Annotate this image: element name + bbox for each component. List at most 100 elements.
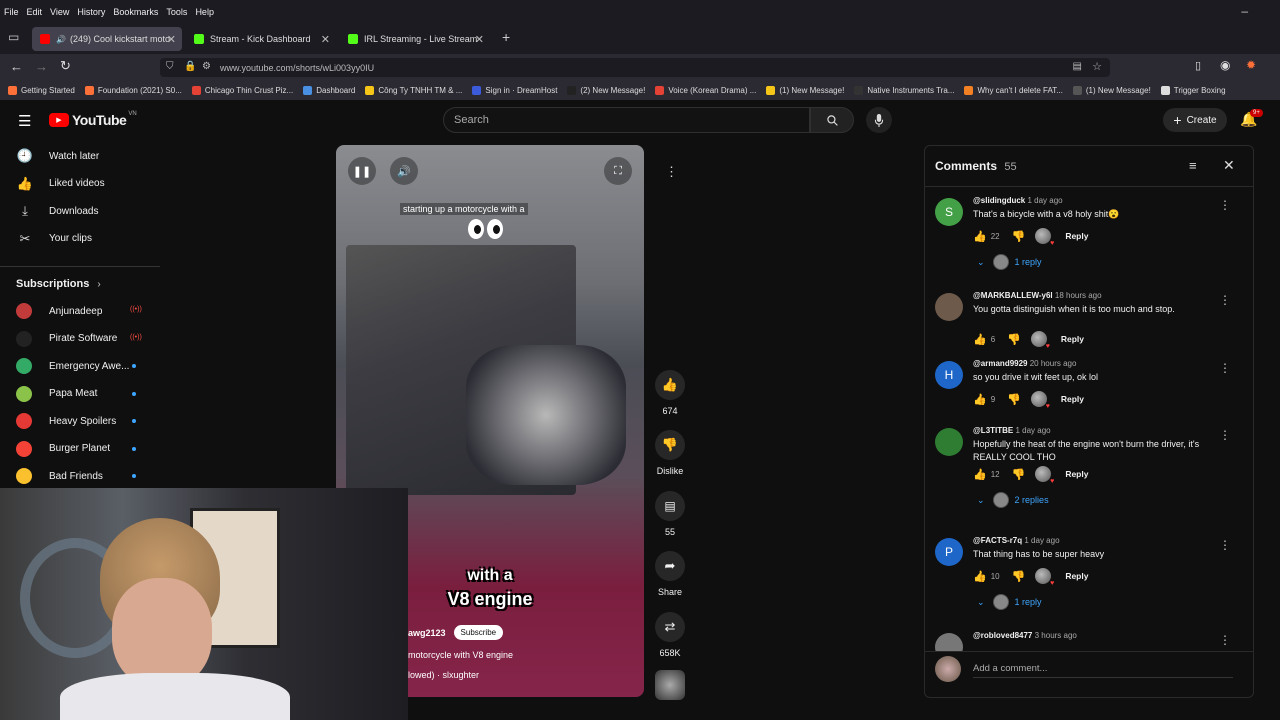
close-tab-icon[interactable]: ✕	[167, 33, 176, 46]
subscription-item[interactable]: Emergency Awe...	[16, 355, 129, 377]
comment-author[interactable]: @FACTS-r7q	[973, 536, 1022, 545]
commenter-avatar[interactable]: S	[935, 198, 963, 226]
mute-button[interactable]: 🔊	[390, 157, 418, 185]
view-replies-button[interactable]: ⌄ 1 reply	[977, 594, 1042, 610]
pause-button[interactable]: ❚❚	[348, 157, 376, 185]
bookmark-item[interactable]: Công Ty TNHH TM & ...	[365, 86, 462, 95]
commenter-avatar[interactable]	[935, 633, 963, 651]
comment-author[interactable]: @armand9929	[973, 359, 1028, 368]
remix-button[interactable]: ⇄ 658K	[655, 612, 685, 658]
subscription-item[interactable]: Pirate Software	[16, 328, 117, 350]
reply-button[interactable]: Reply	[1061, 394, 1084, 404]
thumb-up-icon[interactable]: 👍	[973, 468, 987, 481]
comment-more-icon[interactable]: ⋮	[1219, 633, 1231, 647]
back-icon[interactable]: ←	[10, 59, 23, 74]
notifications-button[interactable]: 🔔 9+	[1240, 109, 1263, 129]
thumb-down-icon[interactable]: 👎	[1012, 468, 1026, 481]
menu-bookmarks[interactable]: Bookmarks	[113, 7, 158, 17]
comments-button[interactable]: ▤ 55	[655, 491, 685, 537]
new-tab-icon[interactable]: +	[502, 29, 510, 45]
bookmark-item[interactable]: Trigger Boxing	[1160, 86, 1226, 95]
like-button[interactable]: 👍 674	[655, 370, 685, 416]
comment-author[interactable]: @robloved8477	[973, 631, 1032, 640]
reply-button[interactable]: Reply	[1061, 334, 1084, 344]
bookmark-item[interactable]: Native Instruments Tra...	[854, 86, 954, 95]
menu-help[interactable]: Help	[195, 7, 214, 17]
menu-history[interactable]: History	[77, 7, 105, 17]
subscription-item[interactable]: Burger Planet	[16, 438, 110, 460]
comment-author[interactable]: @L3TITBE	[973, 426, 1013, 435]
channel-name[interactable]: awg2123	[408, 628, 446, 638]
bookmark-item[interactable]: Foundation (2021) S0...	[84, 86, 182, 95]
reader-view-icon[interactable]: ▤	[1073, 61, 1082, 72]
subscribe-button[interactable]: Subscribe	[453, 625, 504, 640]
subscription-item[interactable]: Heavy Spoilers	[16, 410, 116, 432]
reply-button[interactable]: Reply	[1065, 469, 1088, 479]
thumb-down-icon[interactable]: 👎	[1007, 333, 1021, 346]
search-input[interactable]: Search	[443, 107, 810, 133]
subscriptions-heading[interactable]: Subscriptions ›	[16, 273, 101, 295]
url-bar[interactable]: ⛉ 🔒 ⚙ www.youtube.com/shorts/wLi003yy0IU…	[160, 58, 1110, 77]
menu-tools[interactable]: Tools	[166, 7, 187, 17]
search-button[interactable]	[810, 107, 854, 133]
voice-search-button[interactable]	[866, 107, 892, 133]
sidebar-item-liked-videos[interactable]: 👍 Liked videos	[16, 173, 105, 195]
minimize-icon[interactable]: –	[1241, 4, 1248, 18]
audio-thumbnail[interactable]	[655, 670, 685, 700]
comment-more-icon[interactable]: ⋮	[1219, 361, 1231, 375]
comment-more-icon[interactable]: ⋮	[1219, 198, 1231, 212]
thumb-down-icon[interactable]: 👎	[1007, 393, 1021, 406]
commenter-avatar[interactable]: H	[935, 361, 963, 389]
reply-button[interactable]: Reply	[1065, 571, 1088, 581]
close-tab-icon[interactable]: ✕	[321, 33, 330, 46]
tab-kick-dashboard[interactable]: Stream - Kick Dashboard ✕	[186, 27, 336, 51]
thumb-up-icon[interactable]: 👍	[973, 570, 987, 583]
fullscreen-button[interactable]: ⛶	[604, 157, 632, 185]
comment-more-icon[interactable]: ⋮	[1219, 293, 1231, 307]
sidebar-toggle-icon[interactable]: ▯	[1195, 59, 1201, 72]
forward-icon[interactable]: →	[35, 59, 48, 74]
reload-icon[interactable]: ↻	[60, 58, 71, 74]
dislike-button[interactable]: 👎 Dislike	[650, 430, 690, 476]
bookmark-star-icon[interactable]: ☆	[1092, 60, 1102, 73]
tab-irl-streaming[interactable]: IRL Streaming - Live Streams or ✕	[340, 27, 490, 51]
comment-author[interactable]: @slidingduck	[973, 196, 1025, 205]
video-title[interactable]: motorcycle with V8 engine	[408, 650, 513, 660]
comment-author[interactable]: @MARKBALLEW-y6l	[973, 291, 1053, 300]
bookmark-item[interactable]: (2) New Message!	[567, 86, 645, 95]
permissions-icon[interactable]: ⚙	[202, 61, 211, 72]
tab-youtube[interactable]: 🔊 (249) Cool kickstart motorc ✕	[32, 27, 182, 51]
menu-view[interactable]: View	[50, 7, 69, 17]
bookmark-item[interactable]: (1) New Message!	[766, 86, 844, 95]
audio-track[interactable]: lowed) · slxughter	[408, 670, 479, 680]
extension-icon[interactable]: ✹	[1246, 58, 1256, 72]
sidebar-item-watch-later[interactable]: 🕘 Watch later	[16, 145, 99, 167]
thumb-down-icon[interactable]: 👎	[1012, 230, 1026, 243]
bookmark-item[interactable]: Dashboard	[303, 86, 355, 95]
bookmark-item[interactable]: (1) New Message!	[1072, 86, 1151, 95]
share-button[interactable]: ➦ Share	[655, 551, 685, 597]
create-button[interactable]: + Create	[1163, 108, 1227, 132]
comment-more-icon[interactable]: ⋮	[1219, 538, 1231, 552]
thumb-up-icon[interactable]: 👍	[973, 230, 987, 243]
thumb-up-icon[interactable]: 👍	[973, 393, 987, 406]
add-comment-input[interactable]: Add a comment...	[973, 663, 1233, 678]
tab-list-icon[interactable]: ▭	[8, 30, 19, 44]
thumb-up-icon[interactable]: 👍	[973, 333, 987, 346]
commenter-avatar[interactable]: P	[935, 538, 963, 566]
bookmark-item[interactable]: Chicago Thin Crust Piz...	[191, 86, 293, 95]
thumb-down-icon[interactable]: 👎	[1012, 570, 1026, 583]
close-tab-icon[interactable]: ✕	[475, 33, 484, 46]
view-replies-button[interactable]: ⌄ 2 replies	[977, 492, 1049, 508]
account-icon[interactable]: ◉	[1220, 58, 1230, 72]
subscription-item[interactable]: Anjunadeep	[16, 300, 102, 322]
bookmark-item[interactable]: Getting Started	[8, 86, 75, 95]
sidebar-item-downloads[interactable]: ⤓ Downloads	[16, 200, 98, 222]
commenter-avatar[interactable]	[935, 293, 963, 321]
menu-file[interactable]: File	[4, 7, 19, 17]
sidebar-item-your-clips[interactable]: ✂ Your clips	[16, 228, 92, 250]
close-icon[interactable]: ✕	[1223, 157, 1235, 174]
bookmark-item[interactable]: Why can't I delete FAT...	[964, 86, 1063, 95]
subscription-item[interactable]: Papa Meat	[16, 383, 97, 405]
hamburger-menu-icon[interactable]: ☰	[18, 112, 31, 130]
